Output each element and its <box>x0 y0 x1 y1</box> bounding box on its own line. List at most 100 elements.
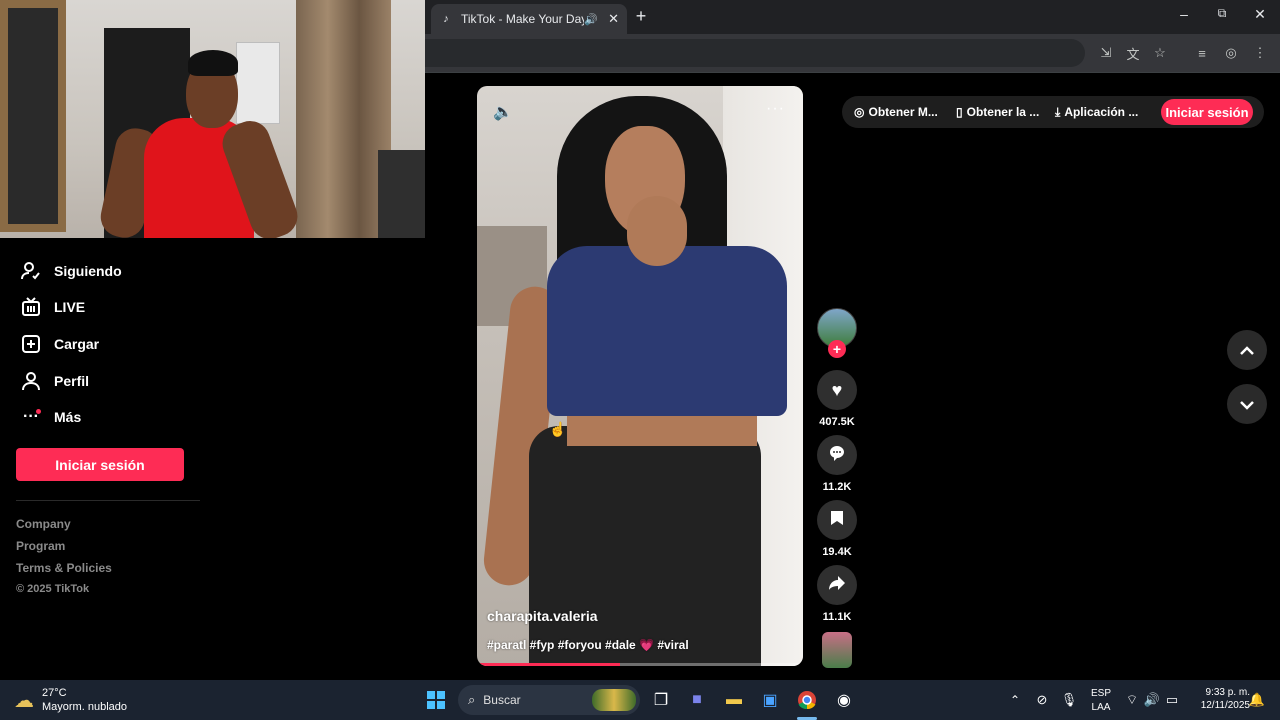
webcam-overlay <box>0 0 425 238</box>
follow-plus-icon[interactable]: + <box>828 340 846 358</box>
profile-icon <box>20 370 42 392</box>
toolbar-divider <box>425 72 1280 73</box>
like-count: 407.5K <box>819 416 855 428</box>
sidebar-item-more[interactable]: ··· Más <box>20 404 81 430</box>
copyright-text: © 2025 TikTok <box>16 583 90 595</box>
share-arrow-icon <box>828 575 846 596</box>
header-login-button[interactable]: Iniciar sesión <box>1161 99 1253 125</box>
get-app-label: Obtener la ... <box>966 105 1040 119</box>
weather-cloud-icon[interactable]: ☁ <box>14 688 34 713</box>
share-button[interactable] <box>817 565 857 605</box>
restore-button[interactable]: ⧉ <box>1212 6 1232 21</box>
webcam-mirror <box>0 0 66 232</box>
volume-icon[interactable]: 🔈 <box>493 102 513 122</box>
battery-icon[interactable]: ▭ <box>1161 689 1183 711</box>
sidebar-item-following[interactable]: Siguiendo <box>20 258 122 284</box>
language-code[interactable]: ESP <box>1088 688 1114 699</box>
webcam-wall-panel <box>236 42 280 124</box>
video-player[interactable]: 🔈 ··· charapita.valeria #paratl #fyp #fo… <box>477 86 803 666</box>
video-person-top <box>547 246 787 416</box>
minimize-button[interactable]: – <box>1174 6 1194 22</box>
heart-icon: ♥ <box>831 379 843 400</box>
keyboard-layout[interactable]: LAA <box>1088 702 1114 713</box>
upload-icon <box>20 333 42 355</box>
notification-bell-icon[interactable]: 🔔 <box>1246 689 1268 711</box>
footer-link-terms[interactable]: Terms & Policies <box>16 561 112 575</box>
browser-tab[interactable]: ♪ TikTok - Make Your Day 🔊 ✕ <box>431 4 627 34</box>
show-hidden-icons-chevron-icon[interactable]: ⌃ <box>1004 689 1026 711</box>
search-highlight-thumbnail <box>592 689 636 711</box>
new-tab-button[interactable]: + <box>631 6 651 27</box>
speaker-icon[interactable]: 🔊 <box>1141 689 1163 711</box>
notification-dot <box>36 409 41 414</box>
get-app-button[interactable]: ▯ Obtener la ... <box>956 96 1039 128</box>
comment-button[interactable] <box>817 435 857 475</box>
phone-icon: ▯ <box>956 105 963 119</box>
sidebar-item-upload[interactable]: Cargar <box>20 331 99 357</box>
desktop-app-label: Aplicación ... <box>1064 105 1139 119</box>
video-more-icon[interactable]: ··· <box>766 100 785 118</box>
teams-icon[interactable]: ■ <box>686 689 708 711</box>
clock[interactable]: 9:33 p. m. 12/11/2025 <box>1188 687 1250 711</box>
previous-video-button[interactable] <box>1227 330 1267 370</box>
store-icon[interactable]: ▣ <box>759 689 781 711</box>
weather-description[interactable]: Mayorm. nublado <box>42 701 127 713</box>
video-caption[interactable]: #paratl #fyp #foryou #dale 💗 #viral <box>487 638 689 652</box>
music-disc-thumbnail[interactable] <box>822 632 852 668</box>
menu-kebab-icon[interactable]: ⋮ <box>1251 44 1269 62</box>
profile-icon[interactable]: ◎ <box>1222 44 1240 62</box>
tiktok-icon: ♪ <box>443 13 449 25</box>
get-coins-button[interactable]: ◎ Obtener M... <box>854 96 938 128</box>
video-progress-fill <box>477 663 621 666</box>
video-progress-bar[interactable] <box>477 663 803 666</box>
search-placeholder: Buscar <box>483 693 521 707</box>
file-explorer-icon[interactable]: ▬ <box>723 689 745 711</box>
footer-link-company[interactable]: Company <box>16 517 71 531</box>
sidebar: Siguiendo LIVE Cargar Perfil ··· Más Ini… <box>0 238 425 680</box>
sidebar-item-label: Perfil <box>54 373 90 389</box>
sidebar-item-profile[interactable]: Perfil <box>20 368 89 394</box>
sidebar-item-live[interactable]: LIVE <box>20 294 85 320</box>
video-person-shorts <box>529 426 761 666</box>
install-app-icon[interactable]: ⇲ <box>1097 44 1115 62</box>
download-icon: ⤓ <box>1055 104 1061 119</box>
save-button[interactable] <box>817 500 857 540</box>
sidebar-login-button[interactable]: Iniciar sesión <box>16 448 184 481</box>
window-close-button[interactable]: ✕ <box>1250 6 1270 23</box>
desktop-app-button[interactable]: ⤓ Aplicación ... <box>1055 96 1138 128</box>
windows-start-icon[interactable] <box>425 689 447 711</box>
taskbar-search-box[interactable]: ⌕ Buscar <box>458 685 640 715</box>
footer-link-program[interactable]: Program <box>16 539 65 553</box>
share-count: 11.1K <box>822 611 852 623</box>
chrome-profile-icon[interactable]: ◉ <box>833 689 855 711</box>
network-offline-icon[interactable]: ⊘ <box>1031 689 1053 711</box>
task-view-icon[interactable]: ❐ <box>650 689 672 711</box>
sidebar-item-label: Cargar <box>54 336 100 352</box>
bookmark-star-icon[interactable]: ☆ <box>1151 44 1169 62</box>
webcam-curtain <box>296 0 391 238</box>
video-username[interactable]: charapita.valeria <box>487 608 598 624</box>
clock-date: 12/11/2025 <box>1200 700 1250 711</box>
media-control-icon[interactable]: ≡ <box>1193 44 1211 62</box>
following-icon <box>20 260 42 282</box>
search-icon: ⌕ <box>468 692 476 707</box>
windows-taskbar: ☁ 27°C Mayorm. nublado ⌕ Buscar ❐ ■ ▬ ▣ … <box>0 680 1280 720</box>
comment-icon <box>828 444 846 467</box>
sidebar-item-label: Siguiendo <box>54 263 122 279</box>
mouse-cursor-icon: ☝ <box>549 421 567 437</box>
live-icon <box>20 296 42 318</box>
like-button[interactable]: ♥ <box>817 370 857 410</box>
tab-audio-icon[interactable]: 🔊 <box>584 13 598 26</box>
tab-close-icon[interactable]: ✕ <box>608 11 619 27</box>
microphone-icon[interactable]: 🎙 <box>1058 689 1080 711</box>
next-video-button[interactable] <box>1227 384 1267 424</box>
weather-temperature[interactable]: 27°C <box>42 687 67 699</box>
webcam-chair <box>378 150 425 238</box>
wifi-icon[interactable]: ⌔ <box>1121 689 1143 711</box>
save-count: 19.4K <box>822 546 852 558</box>
omnibox[interactable] <box>425 39 1085 67</box>
translate-icon[interactable]: 文 <box>1124 44 1142 62</box>
chevron-up-icon <box>1239 340 1255 361</box>
sidebar-divider <box>16 500 200 501</box>
chrome-icon[interactable] <box>796 689 818 711</box>
